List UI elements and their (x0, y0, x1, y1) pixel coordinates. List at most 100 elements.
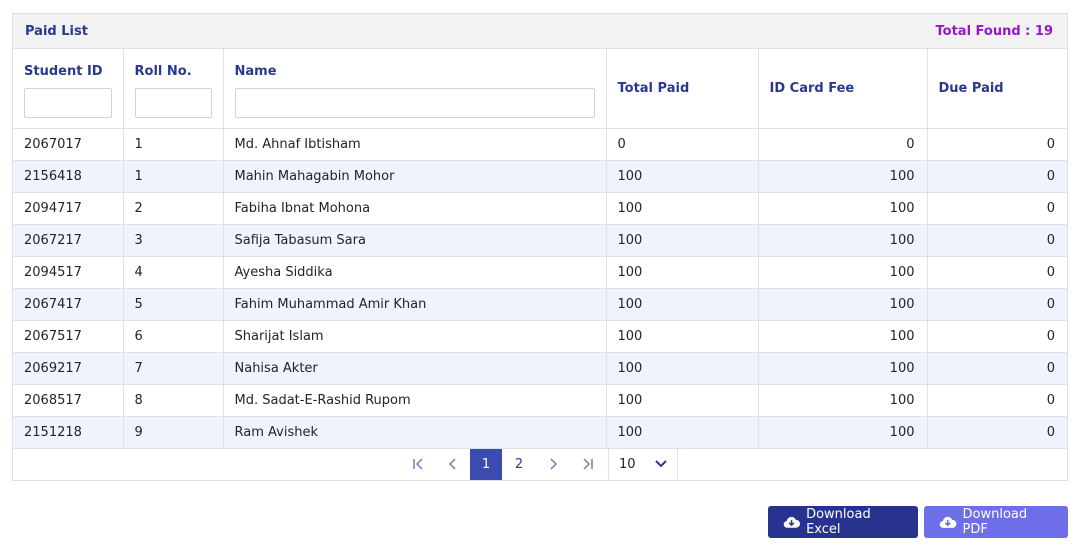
roll-cell: 1 (123, 160, 224, 193)
total-paid-cell: 0 (606, 128, 759, 161)
cloud-download-icon (783, 516, 800, 528)
page-1-button[interactable]: 1 (470, 448, 502, 480)
table-header-row: Student ID Roll No. Name Total Paid ID C… (13, 49, 1067, 129)
next-page-icon (550, 458, 558, 470)
id-card-fee-cell: 100 (758, 384, 928, 417)
column-label: Name (234, 64, 277, 79)
student-id-filter-input[interactable] (24, 88, 112, 118)
page-2-button[interactable]: 2 (502, 449, 536, 480)
pagination: 1 2 10 (13, 448, 1067, 480)
next-page-button[interactable] (536, 449, 570, 480)
student-id-cell: 2156418 (13, 160, 124, 193)
student-id-cell: 2067517 (13, 320, 124, 353)
panel-title: Paid List (25, 23, 88, 39)
last-page-button[interactable] (570, 449, 604, 480)
cloud-download-icon (939, 516, 957, 528)
roll-cell: 4 (123, 256, 224, 289)
column-header-roll-no: Roll No. (123, 49, 224, 129)
student-id-cell: 2151218 (13, 416, 124, 449)
table-row: 2067417 5 Fahim Muhammad Amir Khan 100 1… (13, 288, 1067, 321)
due-paid-cell: 0 (927, 160, 1067, 193)
table-row: 2067217 3 Safija Tabasum Sara 100 100 0 (13, 224, 1067, 257)
roll-cell: 7 (123, 352, 224, 385)
student-id-cell: 2069217 (13, 352, 124, 385)
table-row: 2067017 1 Md. Ahnaf Ibtisham 0 0 0 (13, 128, 1067, 161)
student-id-cell: 2067417 (13, 288, 124, 321)
column-header-student-id: Student ID (13, 49, 124, 129)
roll-cell: 1 (123, 128, 224, 161)
paid-list-panel: Paid List Total Found : 19 Student ID Ro… (12, 13, 1068, 481)
name-cell: Safija Tabasum Sara (223, 224, 607, 257)
due-paid-cell: 0 (927, 256, 1067, 289)
roll-cell: 3 (123, 224, 224, 257)
name-cell: Mahin Mahagabin Mohor (223, 160, 607, 193)
total-paid-cell: 100 (606, 224, 759, 257)
total-paid-cell: 100 (606, 352, 759, 385)
total-paid-cell: 100 (606, 384, 759, 417)
id-card-fee-cell: 100 (758, 352, 928, 385)
total-paid-cell: 100 (606, 256, 759, 289)
roll-cell: 6 (123, 320, 224, 353)
column-label: Student ID (24, 64, 103, 79)
id-card-fee-cell: 100 (758, 160, 928, 193)
total-paid-cell: 100 (606, 320, 759, 353)
student-id-cell: 2094517 (13, 256, 124, 289)
download-pdf-label: Download PDF (962, 507, 1028, 537)
name-cell: Md. Ahnaf Ibtisham (223, 128, 607, 161)
download-excel-label: Download Excel (806, 507, 871, 537)
column-header-id-card-fee: ID Card Fee (758, 49, 928, 129)
roll-no-filter-input[interactable] (134, 88, 212, 118)
due-paid-cell: 0 (927, 352, 1067, 385)
name-cell: Ayesha Siddika (223, 256, 607, 289)
prev-page-icon (448, 458, 456, 470)
table-row: 2069217 7 Nahisa Akter 100 100 0 (13, 352, 1067, 385)
download-pdf-button[interactable]: Download PDF (924, 506, 1068, 538)
name-cell: Ram Avishek (223, 416, 607, 449)
total-paid-cell: 100 (606, 192, 759, 225)
roll-cell: 8 (123, 384, 224, 417)
name-cell: Fabiha Ibnat Mohona (223, 192, 607, 225)
name-cell: Md. Sadat-E-Rashid Rupom (223, 384, 607, 417)
name-filter-input[interactable] (234, 88, 595, 118)
due-paid-cell: 0 (927, 320, 1067, 353)
table-row: 2094517 4 Ayesha Siddika 100 100 0 (13, 256, 1067, 289)
chevron-down-icon (655, 460, 667, 468)
total-paid-cell: 100 (606, 160, 759, 193)
table-row: 2067517 6 Sharijat Islam 100 100 0 (13, 320, 1067, 353)
column-header-name: Name (223, 49, 607, 129)
rows-per-page-select[interactable]: 10 (608, 448, 678, 480)
roll-cell: 9 (123, 416, 224, 449)
id-card-fee-cell: 100 (758, 320, 928, 353)
first-page-icon (413, 458, 423, 470)
column-label: ID Card Fee (769, 80, 855, 96)
panel-header: Paid List Total Found : 19 (13, 14, 1067, 49)
student-id-cell: 2094717 (13, 192, 124, 225)
download-excel-button[interactable]: Download Excel (768, 506, 918, 538)
column-header-due-paid: Due Paid (927, 49, 1067, 129)
id-card-fee-cell: 100 (758, 224, 928, 257)
due-paid-cell: 0 (927, 288, 1067, 321)
table-row: 2068517 8 Md. Sadat-E-Rashid Rupom 100 1… (13, 384, 1067, 417)
id-card-fee-cell: 100 (758, 192, 928, 225)
student-id-cell: 2067017 (13, 128, 124, 161)
due-paid-cell: 0 (927, 384, 1067, 417)
first-page-button[interactable] (402, 449, 436, 480)
prev-page-button[interactable] (436, 449, 470, 480)
id-card-fee-cell: 100 (758, 288, 928, 321)
column-label: Roll No. (134, 64, 192, 79)
due-paid-cell: 0 (927, 128, 1067, 161)
column-label: Due Paid (938, 80, 1004, 96)
column-label: Total Paid (617, 80, 690, 96)
column-header-total-paid: Total Paid (606, 49, 759, 129)
table-row: 2151218 9 Ram Avishek 100 100 0 (13, 416, 1067, 449)
student-id-cell: 2068517 (13, 384, 124, 417)
total-found-count: Total Found : 19 (935, 23, 1053, 39)
last-page-icon (583, 458, 593, 470)
id-card-fee-cell: 100 (758, 416, 928, 449)
table-row: 2156418 1 Mahin Mahagabin Mohor 100 100 … (13, 160, 1067, 193)
id-card-fee-cell: 0 (758, 128, 928, 161)
table-row: 2094717 2 Fabiha Ibnat Mohona 100 100 0 (13, 192, 1067, 225)
paid-list-table: Student ID Roll No. Name Total Paid ID C… (13, 49, 1067, 449)
due-paid-cell: 0 (927, 192, 1067, 225)
download-actions: Download Excel Download PDF (768, 506, 1068, 538)
